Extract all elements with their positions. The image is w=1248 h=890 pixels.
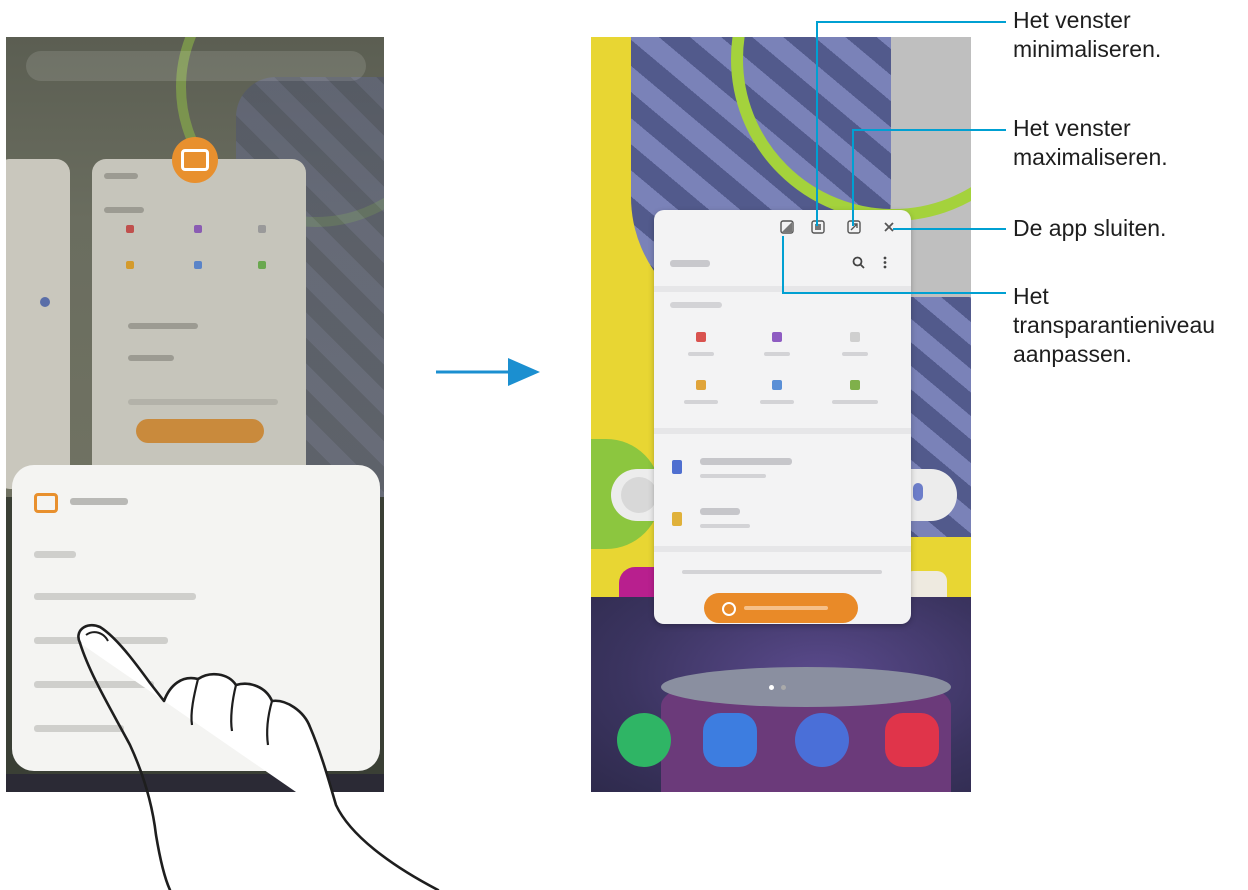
blurred-storage-size <box>700 474 766 478</box>
blurred-category-label <box>684 400 718 404</box>
blurred-category-label <box>842 352 868 356</box>
blurred-category <box>126 225 134 233</box>
internal-storage-icon[interactable] <box>672 460 682 474</box>
section-divider <box>654 428 911 434</box>
recents-search-bar[interactable] <box>26 51 366 81</box>
callout-line-maximize <box>852 129 854 226</box>
blurred-storage-size <box>700 524 750 528</box>
blurred-app-name <box>70 498 128 505</box>
blurred-app-title <box>670 260 710 267</box>
hand-outline-lower <box>78 641 172 890</box>
option-app-info[interactable] <box>34 551 76 558</box>
my-files-app-badge <box>172 137 218 183</box>
blurred-category-label <box>688 352 714 356</box>
blurred-storage-row <box>128 323 198 329</box>
callout-maximize-line1: Het venster <box>1013 115 1131 141</box>
audio-category-icon[interactable] <box>850 332 860 342</box>
messages-icon[interactable] <box>703 713 757 767</box>
blurred-category-label <box>832 400 878 404</box>
blurred-heading <box>104 207 144 213</box>
google-icon <box>621 477 657 513</box>
callout-minimize: Het venster minimaliseren. <box>1013 6 1161 64</box>
blurred-category-label <box>764 352 790 356</box>
images-category-icon[interactable] <box>696 332 706 342</box>
my-files-icon <box>34 493 58 513</box>
callout-close-line1: De app sluiten. <box>1013 215 1167 241</box>
callout-line-transparency <box>782 236 784 293</box>
folder-icon <box>181 149 209 171</box>
transparency-icon[interactable] <box>780 220 794 234</box>
downloads-category-icon[interactable] <box>772 380 782 390</box>
blurred-storage-row <box>128 355 174 361</box>
blurred-storage-note <box>682 570 882 574</box>
callout-line-close <box>893 228 1006 230</box>
analyse-icon <box>722 602 736 616</box>
maximize-icon[interactable] <box>847 220 861 234</box>
callout-transparency: Het transparantieniveau aanpassen. <box>1013 282 1215 369</box>
blurred-avatar <box>40 297 50 307</box>
page-indicator <box>769 685 791 690</box>
blurred-category <box>258 261 266 269</box>
option-open-split-screen[interactable] <box>34 593 196 600</box>
blurred-categories-heading <box>670 302 722 308</box>
installation-files-category-icon[interactable] <box>850 380 860 390</box>
analyse-storage-button[interactable] <box>704 593 858 623</box>
blurred-category <box>194 261 202 269</box>
hand-outline <box>77 623 440 890</box>
blurred-category <box>258 225 266 233</box>
callout-line-transparency-h <box>782 292 1006 294</box>
blurred-internal-storage-label <box>700 458 792 465</box>
blurred-title <box>104 173 138 179</box>
more-options-icon[interactable] <box>883 256 887 269</box>
callout-line-minimize-h <box>816 21 1006 23</box>
blurred-button-label <box>744 606 828 610</box>
callout-transparency-line3: aanpassen. <box>1013 341 1132 367</box>
close-icon[interactable] <box>883 221 895 233</box>
callout-minimize-line1: Het venster <box>1013 7 1131 33</box>
videos-category-icon[interactable] <box>772 332 782 342</box>
hand-pointer-illustration <box>77 623 440 890</box>
internet-icon[interactable] <box>795 713 849 767</box>
documents-category-icon[interactable] <box>696 380 706 390</box>
callout-line-minimize <box>816 21 818 226</box>
callout-maximize-line2: maximaliseren. <box>1013 144 1168 170</box>
microphone-icon[interactable] <box>913 483 923 501</box>
search-icon[interactable] <box>852 256 865 269</box>
sd-card-icon[interactable] <box>672 512 682 526</box>
blurred-category <box>126 261 134 269</box>
blurred-category <box>194 225 202 233</box>
wallpaper-pot-rim <box>661 667 951 707</box>
blurred-analyse-button <box>136 419 264 443</box>
minimize-icon[interactable] <box>811 220 825 234</box>
callout-close: De app sluiten. <box>1013 214 1166 243</box>
blurred-note <box>128 399 278 405</box>
callout-transparency-line1: Het <box>1013 283 1049 309</box>
callout-maximize: Het venster maximaliseren. <box>1013 114 1168 172</box>
blurred-category-label <box>760 400 794 404</box>
recent-app-card-previous[interactable] <box>6 159 70 489</box>
callout-transparency-line2: transparantieniveau <box>1013 312 1216 338</box>
phone-icon[interactable] <box>617 713 671 767</box>
callout-line-maximize-h <box>852 129 1006 131</box>
section-divider <box>654 546 911 552</box>
blurred-sd-card-label <box>700 508 740 515</box>
camera-icon[interactable] <box>885 713 939 767</box>
callout-minimize-line2: minimaliseren. <box>1013 36 1162 62</box>
transition-arrow-icon <box>436 358 540 386</box>
